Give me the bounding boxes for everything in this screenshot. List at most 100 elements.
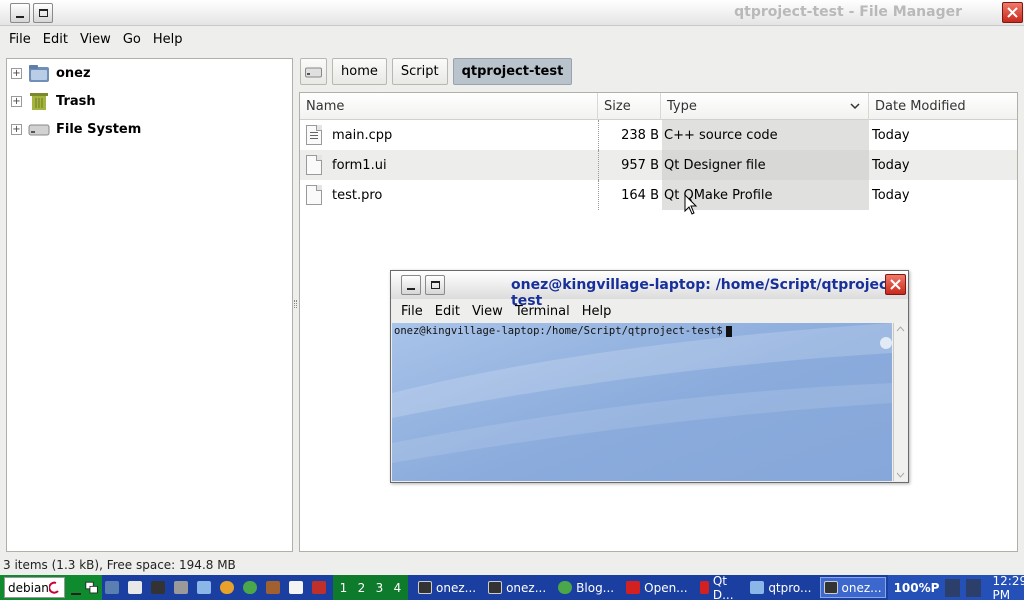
home-folder-icon <box>29 65 49 82</box>
sidebar-item-label: File System <box>56 121 142 137</box>
start-button[interactable]: debian <box>4 577 65 598</box>
volume-icon[interactable] <box>965 578 981 597</box>
crumb-qtproject-test[interactable]: qtproject-test <box>452 58 573 85</box>
terminal-menu-view[interactable]: View <box>472 304 503 319</box>
file-manager-icon[interactable] <box>128 581 142 594</box>
window-title: qtproject-test - File Manager <box>734 4 962 20</box>
minimize-icon <box>407 288 415 290</box>
file-row-main-cpp[interactable]: main.cpp 238 B C++ source code Today <box>300 120 1017 150</box>
task-open-dialog[interactable]: Open... <box>622 577 692 598</box>
sidebar-item-filesystem[interactable]: + File System <box>7 116 141 142</box>
path-bar: home Script qtproject-test <box>300 58 573 86</box>
mouse-pointer-icon <box>684 194 698 215</box>
file-type: C++ source code <box>662 120 869 150</box>
menu-file[interactable]: File <box>9 32 31 47</box>
taskbar: debian 1 2 3 4 onez... onez... Blog... O… <box>0 573 1024 600</box>
firefox-icon[interactable] <box>220 581 234 594</box>
terminal-minimize-button[interactable] <box>401 275 421 295</box>
file-row-test-pro[interactable]: test.pro 164 B Qt QMake Profile Today <box>300 180 1017 210</box>
menu-help[interactable]: Help <box>153 32 183 47</box>
qt-x-icon <box>699 581 709 594</box>
cpp-source-file-icon <box>306 125 322 145</box>
task-list: onez... onez... Blog... Open... Qt D... … <box>408 573 888 600</box>
terminal-scrollbar[interactable] <box>893 323 907 481</box>
task-terminal-active[interactable]: onez... <box>819 577 886 598</box>
terminal-icon[interactable] <box>151 581 165 594</box>
media-icon[interactable] <box>312 581 326 594</box>
terminal-icon <box>823 581 838 594</box>
file-name: test.pro <box>332 187 383 203</box>
close-icon <box>1007 7 1018 18</box>
task-qt-designer[interactable]: Qt D... <box>696 573 743 600</box>
battery-status[interactable]: 100%P <box>894 581 940 595</box>
window-switcher-icon[interactable] <box>85 580 98 596</box>
show-desktop-button[interactable] <box>70 592 81 595</box>
folder-icon <box>750 581 765 594</box>
terminal-menu-terminal[interactable]: Terminal <box>515 304 570 319</box>
maximize-button[interactable] <box>33 3 53 23</box>
column-name[interactable]: Name <box>300 93 598 120</box>
network-icon[interactable] <box>945 578 960 597</box>
task-terminal-2[interactable]: onez... <box>484 577 550 598</box>
desktop-3[interactable]: 3 <box>371 577 388 598</box>
maximize-icon <box>430 281 440 289</box>
minimize-button[interactable] <box>10 3 30 23</box>
desktop-1[interactable]: 1 <box>335 577 352 598</box>
scroll-up-icon <box>896 326 905 332</box>
task-label: onez... <box>506 580 547 595</box>
terminal-close-button[interactable] <box>885 274 906 295</box>
task-label: onez... <box>436 580 477 595</box>
quick-launch <box>102 575 333 600</box>
sidebar-item-label: onez <box>56 65 91 81</box>
expand-icon[interactable]: + <box>11 123 22 135</box>
sidebar-item-onez[interactable]: + onez <box>7 60 91 86</box>
close-icon <box>890 279 901 290</box>
column-size[interactable]: Size <box>598 93 661 120</box>
close-button[interactable] <box>1002 2 1023 23</box>
desktop-4[interactable]: 4 <box>389 577 406 598</box>
file-size: 238 B <box>621 127 659 143</box>
menu-edit[interactable]: Edit <box>43 32 68 47</box>
expand-icon[interactable]: + <box>11 95 22 107</box>
clock[interactable]: 12:29:14 PM <box>993 574 1024 600</box>
terminal-maximize-button[interactable] <box>425 275 445 295</box>
task-label: Qt D... <box>712 573 734 600</box>
column-date[interactable]: Date Modified <box>869 93 1017 120</box>
task-file-manager[interactable]: qtpro... <box>746 577 815 598</box>
pro-file-icon <box>306 185 322 205</box>
file-row-form1-ui[interactable]: form1.ui 957 B Qt Designer file Today <box>300 150 1017 180</box>
task-browser[interactable]: Blog... <box>554 577 618 598</box>
gimp-icon[interactable] <box>266 581 280 594</box>
task-label: onez... <box>841 580 882 595</box>
chrome-icon[interactable] <box>243 581 257 594</box>
computer-icon[interactable] <box>105 581 119 594</box>
crumb-script[interactable]: Script <box>391 58 448 85</box>
start-label: debian <box>8 580 49 595</box>
scroll-down-icon <box>896 472 905 478</box>
column-type[interactable]: Type <box>661 93 869 120</box>
sidebar-item-trash[interactable]: + Trash <box>7 88 96 114</box>
printer-icon[interactable] <box>174 581 188 594</box>
terminal-prompt: onez@kingvillage-laptop:/home/Script/qtp… <box>394 325 732 337</box>
terminal-background-swirl <box>392 323 892 463</box>
window-titlebar: qtproject-test - File Manager <box>0 0 1024 26</box>
desktop-2[interactable]: 2 <box>353 577 370 598</box>
text-editor-icon[interactable] <box>289 581 303 594</box>
terminal-menu-help[interactable]: Help <box>582 304 612 319</box>
pane-splitter[interactable] <box>294 300 297 308</box>
folder-icon[interactable] <box>197 581 211 594</box>
terminal-menu-file[interactable]: File <box>401 304 423 319</box>
menu-go[interactable]: Go <box>123 32 141 47</box>
file-date: Today <box>872 127 910 143</box>
file-date: Today <box>872 157 910 173</box>
root-crumb-button[interactable] <box>300 58 327 85</box>
menu-view[interactable]: View <box>80 32 111 47</box>
expand-icon[interactable]: + <box>11 67 22 79</box>
crumb-home[interactable]: home <box>332 58 387 85</box>
task-terminal-1[interactable]: onez... <box>414 577 480 598</box>
terminal-screen[interactable]: onez@kingvillage-laptop:/home/Script/qtp… <box>392 323 892 481</box>
launcher-area: debian <box>0 575 102 600</box>
chrome-icon <box>558 581 573 594</box>
terminal-titlebar: onez@kingvillage-laptop: /home/Script/qt… <box>391 271 908 309</box>
terminal-menu-edit[interactable]: Edit <box>435 304 460 319</box>
